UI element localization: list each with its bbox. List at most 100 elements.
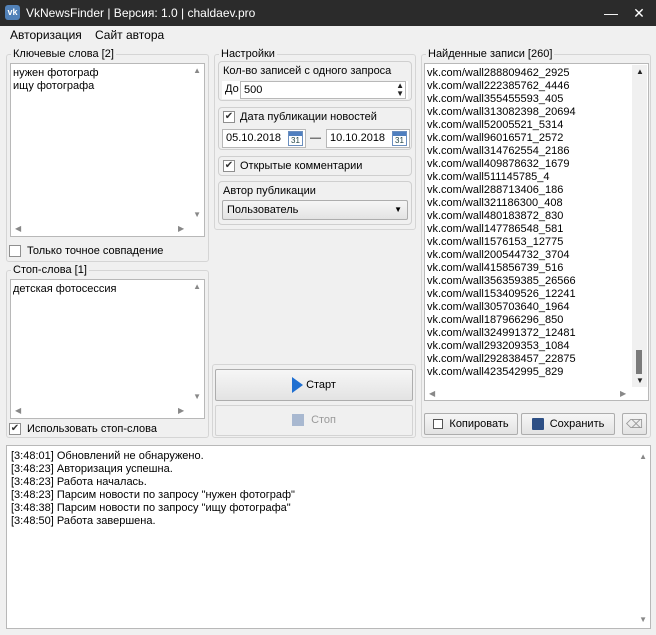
stop-button[interactable]: Стоп: [215, 405, 413, 436]
scroll-down-icon[interactable]: ▼: [193, 211, 201, 219]
results-list[interactable]: vk.com/wall288809462_2925 vk.com/wall2223…: [424, 63, 649, 401]
settings-group: Настройки Кол-во записей с одного запрос…: [214, 48, 416, 230]
log-line: [3:48:23] Парсим новости по запросу "нуж…: [11, 489, 295, 501]
result-item: vk.com/wall96016571_2572: [427, 132, 564, 144]
scroll-up-icon[interactable]: ▲: [193, 67, 201, 75]
scroll-left-icon[interactable]: ◀: [429, 390, 435, 398]
stop-label: Стоп: [311, 414, 336, 426]
stopword-line: детская фотосессия: [13, 283, 117, 295]
exact-match-label: Только точное совпадение: [27, 245, 164, 257]
menu-auth[interactable]: Авторизация: [10, 28, 82, 43]
window-title: VkNewsFinder | Версия: 1.0 | chaldaev.pr…: [26, 6, 256, 20]
use-stopwords-checkbox[interactable]: ✔: [9, 423, 21, 435]
keyword-line: ищу фотографа: [13, 80, 95, 92]
date-to-value: 10.10.2018: [330, 132, 386, 144]
scroll-left-icon[interactable]: ◀: [15, 225, 21, 233]
scroll-down-icon[interactable]: ▼: [193, 393, 201, 401]
keywords-textarea[interactable]: нужен фотограф ищу фотографа ▲ ▼ ◀ ▶: [10, 63, 205, 237]
calendar-icon[interactable]: 31: [392, 131, 407, 146]
result-item: vk.com/wall511145785_4: [427, 171, 550, 183]
count-stepper[interactable]: 500: [240, 81, 406, 99]
scroll-right-icon[interactable]: ▶: [178, 225, 184, 233]
chevron-down-icon: ▼: [394, 205, 402, 214]
log-line: [3:48:23] Авторизация успешна.: [11, 463, 173, 475]
result-item: vk.com/wall324991372_12481: [427, 327, 576, 339]
result-item: vk.com/wall423542995_829: [427, 366, 564, 378]
stopwords-legend: Стоп-слова [1]: [11, 264, 89, 276]
results-scrollbar[interactable]: ▲ ▼: [632, 65, 647, 387]
author-select[interactable]: Пользователь ▼: [222, 200, 408, 220]
title-bar: vk VkNewsFinder | Версия: 1.0 | chaldaev…: [0, 0, 656, 26]
clear-button[interactable]: ⌫: [622, 413, 647, 435]
result-item: vk.com/wall288809462_2925: [427, 67, 570, 79]
scroll-left-icon[interactable]: ◀: [15, 407, 21, 415]
keywords-legend: Ключевые слова [2]: [11, 48, 116, 60]
scroll-up-icon[interactable]: ▲: [639, 453, 647, 461]
scroll-down-icon[interactable]: ▼: [639, 616, 647, 624]
log-line: [3:48:50] Работа завершена.: [11, 515, 156, 527]
count-label: Кол-во записей с одного запроса: [223, 65, 392, 77]
result-item: vk.com/wall321186300_408: [427, 197, 563, 209]
comments-checkbox[interactable]: ✔: [223, 160, 235, 172]
count-box: Кол-во записей с одного запроса До 500 ▲…: [218, 61, 412, 101]
author-box: Автор публикации Пользователь ▼: [218, 181, 412, 225]
result-item: vk.com/wall1576153_12775: [427, 236, 564, 248]
stopwords-group: Стоп-слова [1] детская фотосессия ▲ ▼ ◀ …: [6, 264, 209, 438]
result-item: vk.com/wall409878632_1679: [427, 158, 570, 170]
scroll-up-icon[interactable]: ▲: [636, 68, 644, 76]
use-stopwords-label: Использовать стоп-слова: [27, 423, 157, 435]
keyword-line: нужен фотограф: [13, 67, 99, 79]
date-label: Дата публикации новостей: [240, 111, 377, 123]
result-item: vk.com/wall147786548_581: [427, 223, 564, 235]
stop-icon: [292, 414, 304, 427]
results-legend: Найденные записи [260]: [426, 48, 555, 60]
date-from-value: 05.10.2018: [226, 132, 282, 144]
result-item: vk.com/wall187966296_850: [427, 314, 564, 326]
result-item: vk.com/wall356359385_26566: [427, 275, 576, 287]
menu-bar: Авторизация Сайт автора: [0, 26, 656, 45]
log-textarea[interactable]: [3:48:01] Обновлений не обнаружено. [3:48…: [6, 445, 651, 629]
comments-label: Открытые комментарии: [240, 160, 363, 172]
scroll-down-icon[interactable]: ▼: [636, 377, 644, 385]
results-group: Найденные записи [260] vk.com/wall288809…: [421, 48, 651, 438]
menu-author-site[interactable]: Сайт автора: [95, 28, 164, 43]
log-line: [3:48:23] Работа началась.: [11, 476, 147, 488]
stepper-down-icon[interactable]: ▼: [396, 90, 404, 98]
count-prefix: До: [225, 83, 239, 95]
scroll-thumb[interactable]: [636, 350, 642, 374]
date-separator: —: [310, 132, 321, 144]
result-item: vk.com/wall293209353_1084: [427, 340, 570, 352]
copy-button[interactable]: Копировать: [424, 413, 518, 435]
stopwords-textarea[interactable]: детская фотосессия ▲ ▼ ◀ ▶: [10, 279, 205, 419]
date-box: ✔ Дата публикации новостей 05.10.2018 31…: [218, 107, 412, 150]
start-label: Старт: [306, 379, 336, 391]
save-label: Сохранить: [549, 418, 605, 430]
result-item: vk.com/wall200544732_3704: [427, 249, 570, 261]
log-line: [3:48:01] Обновлений не обнаружено.: [11, 450, 204, 462]
count-input[interactable]: До 500 ▲ ▼: [222, 81, 408, 99]
result-item: vk.com/wall415856739_516: [427, 262, 564, 274]
settings-legend: Настройки: [219, 48, 277, 60]
result-item: vk.com/wall305703640_1964: [427, 301, 570, 313]
date-checkbox[interactable]: ✔: [223, 111, 235, 123]
scroll-up-icon[interactable]: ▲: [193, 283, 201, 291]
calendar-icon[interactable]: 31: [288, 131, 303, 146]
scroll-right-icon[interactable]: ▶: [178, 407, 184, 415]
log-line: [3:48:38] Парсим новости по запросу "ищу…: [11, 502, 291, 514]
scroll-right-icon[interactable]: ▶: [620, 390, 626, 398]
result-item: vk.com/wall52005521_5314: [427, 119, 564, 131]
keywords-group: Ключевые слова [2] нужен фотограф ищу фот…: [6, 48, 209, 262]
vk-logo-icon: vk: [5, 5, 20, 20]
result-item: vk.com/wall222385762_4446: [427, 80, 570, 92]
result-item: vk.com/wall292838457_22875: [427, 353, 576, 365]
play-icon: [292, 377, 304, 394]
exact-match-checkbox[interactable]: [9, 245, 21, 257]
minimize-button[interactable]: —: [596, 0, 626, 26]
save-button[interactable]: Сохранить: [521, 413, 615, 435]
start-button[interactable]: Старт: [215, 369, 413, 401]
result-item: vk.com/wall313082398_20694: [427, 106, 576, 118]
result-item: vk.com/wall153409526_12241: [427, 288, 576, 300]
close-button[interactable]: ✕: [624, 0, 654, 26]
result-item: vk.com/wall355455593_405: [427, 93, 564, 105]
floppy-icon: [531, 418, 544, 431]
